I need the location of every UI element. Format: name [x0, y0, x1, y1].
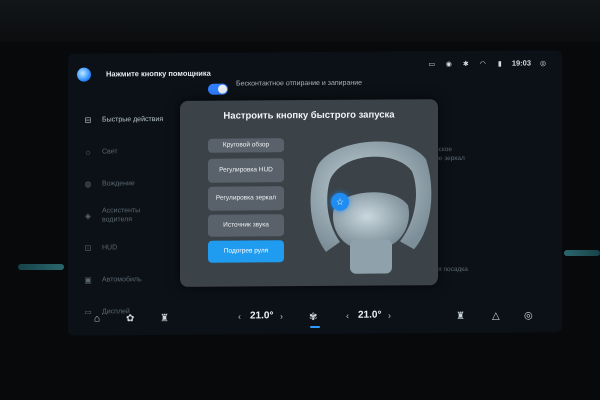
option-hud-adjust[interactable]: Регулировка HUD — [208, 158, 284, 183]
sidebar-item-label: Свет — [102, 147, 118, 155]
steering-wheel-image — [310, 141, 432, 274]
assistant-orb-icon[interactable] — [77, 67, 91, 82]
wheel-quick-button[interactable]: ☆ — [331, 192, 349, 211]
sidebar-item-label: Вождение — [102, 179, 135, 187]
infotainment-screen: Нажмите кнопку помощника Бесконтактное о… — [68, 50, 562, 336]
sidebar-item-label: Автомобиль — [102, 275, 142, 283]
audio-icon[interactable]: ◉ — [444, 60, 454, 68]
message-icon[interactable]: ▭ — [427, 60, 437, 68]
driving-icon: ◍ — [84, 179, 92, 189]
light-icon: ☼ — [84, 147, 92, 157]
wifi-icon: ◠ — [479, 60, 486, 68]
sidebar-item-label: HUD — [102, 243, 118, 251]
sidebar-item-assist[interactable]: ◈ Ассистенты водителя — [80, 199, 190, 232]
keyless-toggle[interactable] — [208, 83, 228, 95]
sidebar: ⊟ Быстрые действия ☼ Свет ◍ Вождение ◈ А… — [80, 103, 190, 328]
option-surround-view[interactable]: Круговой обзор — [208, 138, 284, 153]
temp-right: 21.0° — [358, 309, 382, 321]
keyless-label: Бесконтактное отпирание и запирание — [236, 79, 363, 88]
background-line: ание зеркал — [428, 154, 465, 163]
sidebar-item-label: Ассистенты водителя — [102, 207, 141, 224]
ambient-light-left — [18, 264, 64, 270]
temp-right-increase[interactable]: › — [388, 310, 391, 320]
sidebar-item-hud[interactable]: ⊡ HUD — [80, 231, 190, 264]
navigation-icon[interactable]: △ — [492, 311, 500, 322]
car-icon: ▣ — [84, 275, 92, 285]
background-text: ическое ание зеркал — [428, 144, 548, 163]
apps-icon[interactable]: ✿ — [126, 313, 134, 324]
home-icon[interactable]: ⌂ — [94, 314, 100, 325]
bezel-top — [0, 0, 600, 42]
climate-dock: ⌂ ✿ ♜ ‹ 21.0° › ✾ ‹ 21.0° › ♜ △ ◎ — [68, 300, 562, 335]
ambient-light-right — [564, 250, 600, 256]
steering-icon[interactable]: ◎ — [524, 310, 533, 321]
status-icons: ▭ ◉ ✱ ◠ ▮ 19:03 ◎ — [427, 58, 548, 68]
assist-icon: ◈ — [84, 211, 92, 221]
option-mirror-adjust[interactable]: Регулировка зеркал — [208, 186, 284, 211]
background-text: тная посадка — [428, 265, 468, 274]
temp-left-increase[interactable]: › — [280, 311, 283, 321]
hud-icon: ⊡ — [84, 243, 92, 253]
sidebar-item-label: Быстрые действия — [102, 115, 164, 123]
star-icon: ☆ — [335, 196, 345, 207]
sidebar-item-quick-actions[interactable]: ⊟ Быстрые действия — [80, 103, 190, 136]
sidebar-item-driving[interactable]: ◍ Вождение — [80, 167, 190, 200]
profile-icon[interactable]: ◎ — [538, 59, 548, 67]
quick-actions-icon: ⊟ — [84, 115, 92, 125]
clock: 19:03 — [511, 58, 531, 68]
temp-right-decrease[interactable]: ‹ — [346, 311, 349, 321]
fan-icon[interactable]: ✾ — [309, 312, 317, 323]
temp-left: 21.0° — [250, 310, 274, 322]
seat-left-icon[interactable]: ♜ — [160, 313, 169, 324]
sidebar-item-car[interactable]: ▣ Автомобиль — [80, 263, 190, 296]
temp-left-decrease[interactable]: ‹ — [238, 312, 241, 322]
fan-active-indicator — [310, 325, 320, 329]
option-sound-source[interactable]: Источник звука — [208, 214, 284, 237]
seat-right-icon[interactable]: ♜ — [456, 311, 465, 322]
assistant-label: Нажмите кнопку помощника — [106, 68, 211, 79]
signal-icon: ▮ — [497, 60, 502, 68]
sidebar-item-light[interactable]: ☼ Свет — [80, 135, 190, 168]
option-heated-wheel[interactable]: Подогрев руля — [208, 240, 284, 263]
modal-title: Настроить кнопку быстрого запуска — [223, 109, 395, 122]
quick-launch-modal: Настроить кнопку быстрого запуска Кругов… — [180, 99, 438, 287]
bluetooth-icon[interactable]: ✱ — [461, 59, 471, 67]
